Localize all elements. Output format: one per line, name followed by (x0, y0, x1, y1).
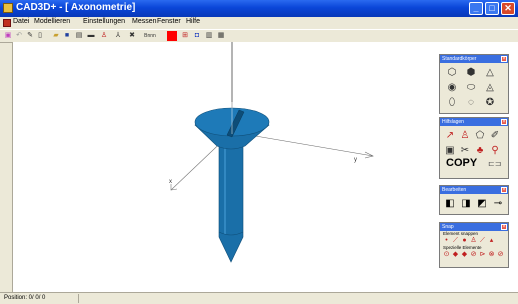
render-icon[interactable]: ◘ (193, 32, 201, 40)
save-icon[interactable]: ■ (63, 32, 71, 40)
color-icon[interactable] (167, 31, 177, 41)
snap-figure-icon[interactable]: ♙ (470, 237, 477, 245)
panel-bearbeiten-header[interactable]: Bearbeiten × (440, 186, 508, 194)
panel-bearbeiten: Bearbeiten × ◧ ◨ ◩ ⊸ (439, 185, 509, 215)
x-axis-label: x (169, 179, 172, 185)
screw-shank (218, 141, 244, 263)
club-icon[interactable]: ♣ (474, 145, 486, 157)
snap-element-tools: • ⟋ ● ♙ ⟋ ▴ (440, 237, 508, 245)
pyramid-icon[interactable]: △ (484, 67, 496, 79)
snap-edge-icon[interactable]: ⟋ (479, 237, 486, 245)
probe-icon[interactable]: ⚲ (489, 145, 501, 157)
window-title: CAD3D+ - [ Axonometrie] (16, 2, 136, 13)
panel-standardkoerper-title: Standardkörper (442, 56, 477, 62)
menu-einstellungen[interactable]: Einstellungen (83, 18, 125, 25)
snap-diamond-icon[interactable]: ◆ (452, 251, 459, 259)
panel-close-icon[interactable]: × (501, 56, 507, 62)
figure-icon[interactable]: ♙ (100, 32, 108, 40)
snap-special-tools: ⊙ ◆ ◆ ⊘ ⊳ ⊗ ⊘ (440, 251, 508, 259)
undo-icon[interactable]: ↶ (15, 32, 23, 40)
edit-icon[interactable]: ✐ (489, 130, 501, 142)
copy-button[interactable]: COPY (440, 157, 477, 169)
panel-snap-header[interactable]: Snap × (440, 223, 508, 231)
link-icon[interactable]: ⊏⊐ (488, 159, 501, 168)
snap-center-icon[interactable]: ● (461, 237, 468, 245)
window-icon[interactable]: ▦ (217, 32, 225, 40)
menu-fenster[interactable]: Fenster (157, 18, 181, 25)
copy-row: COPY ⊏⊐ (440, 157, 508, 171)
maximize-button[interactable]: □ (485, 2, 499, 15)
app-icon[interactable] (3, 3, 13, 13)
new-icon[interactable]: ▣ (4, 32, 12, 40)
standardkoerper-tools: ⬡ ⬢ △ ◉ ⬭ ◬ ⬯ ◌ ✪ (440, 63, 508, 109)
hilfslagen-tools: ↗ ♙ ⬠ ✐ ▣ ✂ ♣ ⚲ (440, 126, 508, 157)
snap-arrow-icon[interactable]: ⊳ (479, 251, 486, 259)
panel-snap: Snap × Element snappen • ⟋ ● ♙ ⟋ ▴ Spezi… (439, 222, 509, 268)
cone-icon[interactable]: ◬ (484, 82, 496, 94)
arrow-icon[interactable]: ↗ (444, 130, 456, 142)
menu-messen[interactable]: Messen (132, 18, 157, 25)
cylinder-icon[interactable]: ⬭ (465, 82, 477, 94)
status-bar: Position: 0/ 0/ 0 (0, 292, 518, 304)
minimize-button[interactable]: _ (469, 2, 483, 15)
cut-icon[interactable]: ✂ (459, 145, 471, 157)
bearbeiten-tools: ◧ ◨ ◩ ⊸ (440, 194, 508, 210)
panel-close-icon[interactable]: × (501, 187, 507, 193)
zoom-icon[interactable]: ▬ (87, 32, 95, 40)
menu-hilfe[interactable]: Hilfe (186, 18, 200, 25)
frame-icon[interactable]: ▣ (444, 145, 456, 157)
panel-bearbeiten-title: Bearbeiten (442, 187, 467, 193)
position-readout: Position: 0/ 0/ 0 (4, 295, 46, 301)
close-button[interactable]: ✕ (501, 2, 515, 15)
polyhedron-icon[interactable]: ✪ (484, 97, 496, 109)
panel-close-icon[interactable]: × (501, 224, 507, 230)
cube-icon[interactable]: ⬡ (446, 67, 458, 79)
panel-hilfslagen-header[interactable]: Hilfslagen × (440, 118, 508, 126)
snap-line-icon[interactable]: ⟋ (452, 237, 459, 245)
page-icon[interactable]: ▯ (36, 32, 44, 40)
snap-vertex-icon[interactable]: ▴ (488, 237, 495, 245)
layer-group-icon[interactable]: ◩ (476, 198, 488, 210)
print-icon[interactable]: ▤ (75, 32, 83, 40)
menu-bar: Datei Modellieren Einstellungen Messen F… (0, 17, 518, 28)
snap-cross-icon[interactable]: ⊗ (488, 251, 495, 259)
panel-hilfslagen: Hilfslagen × ↗ ♙ ⬠ ✐ ▣ ✂ ♣ ⚲ COPY ⊏⊐ (439, 117, 509, 179)
grid-icon[interactable]: ⊞ (181, 32, 189, 40)
snap-slash-icon[interactable]: ⊘ (470, 251, 477, 259)
snap-point-icon[interactable]: • (443, 237, 450, 245)
menu-modellieren[interactable]: Modellieren (34, 18, 70, 25)
torus-icon[interactable]: ⬯ (446, 97, 458, 109)
screw-model (194, 102, 270, 263)
snap-circle-icon[interactable]: ⊙ (443, 251, 450, 259)
layer-front-icon[interactable]: ◧ (444, 198, 456, 210)
sphere-icon[interactable]: ◉ (446, 82, 458, 94)
menu-datei[interactable]: Datei (13, 18, 29, 25)
status-divider (78, 294, 79, 303)
snap-diamond2-icon[interactable]: ◆ (461, 251, 468, 259)
ring-icon[interactable]: ◌ (465, 97, 477, 109)
figure-icon[interactable]: ♙ (459, 130, 471, 142)
panel-standardkoerper-header[interactable]: Standardkörper × (440, 55, 508, 63)
panel-snap-title: Snap (442, 224, 454, 230)
cross-icon[interactable]: ✖ (128, 32, 136, 40)
y-axis-label: y (354, 157, 357, 163)
key-icon[interactable]: ⊸ (492, 198, 504, 210)
label-icon[interactable]: Bnnn (141, 32, 159, 40)
axes-icon[interactable]: ⅄ (114, 32, 122, 40)
document-icon[interactable] (3, 19, 11, 27)
panel-hilfslagen-title: Hilfslagen (442, 119, 464, 125)
panel-standardkoerper: Standardkörper × ⬡ ⬢ △ ◉ ⬭ ◬ ⬯ ◌ ✪ (439, 54, 509, 114)
layer-back-icon[interactable]: ◨ (460, 198, 472, 210)
title-bar[interactable]: CAD3D+ - [ Axonometrie] _ □ ✕ (0, 0, 518, 17)
box-icon[interactable]: ⬢ (465, 67, 477, 79)
panel-close-icon[interactable]: × (501, 119, 507, 125)
view-icon[interactable]: ▥ (205, 32, 213, 40)
pentagon-icon[interactable]: ⬠ (474, 130, 486, 142)
toolbar: ▣ ↶ ✎ ▯ ▰ ■ ▤ ▬ ♙ ⅄ ✖ Bnnn ⊞ ◘ ▥ ▦ (0, 29, 518, 43)
open-folder-icon[interactable]: ▰ (52, 32, 60, 40)
pencil-icon[interactable]: ✎ (26, 32, 34, 40)
snap-none-icon[interactable]: ⊘ (497, 251, 504, 259)
